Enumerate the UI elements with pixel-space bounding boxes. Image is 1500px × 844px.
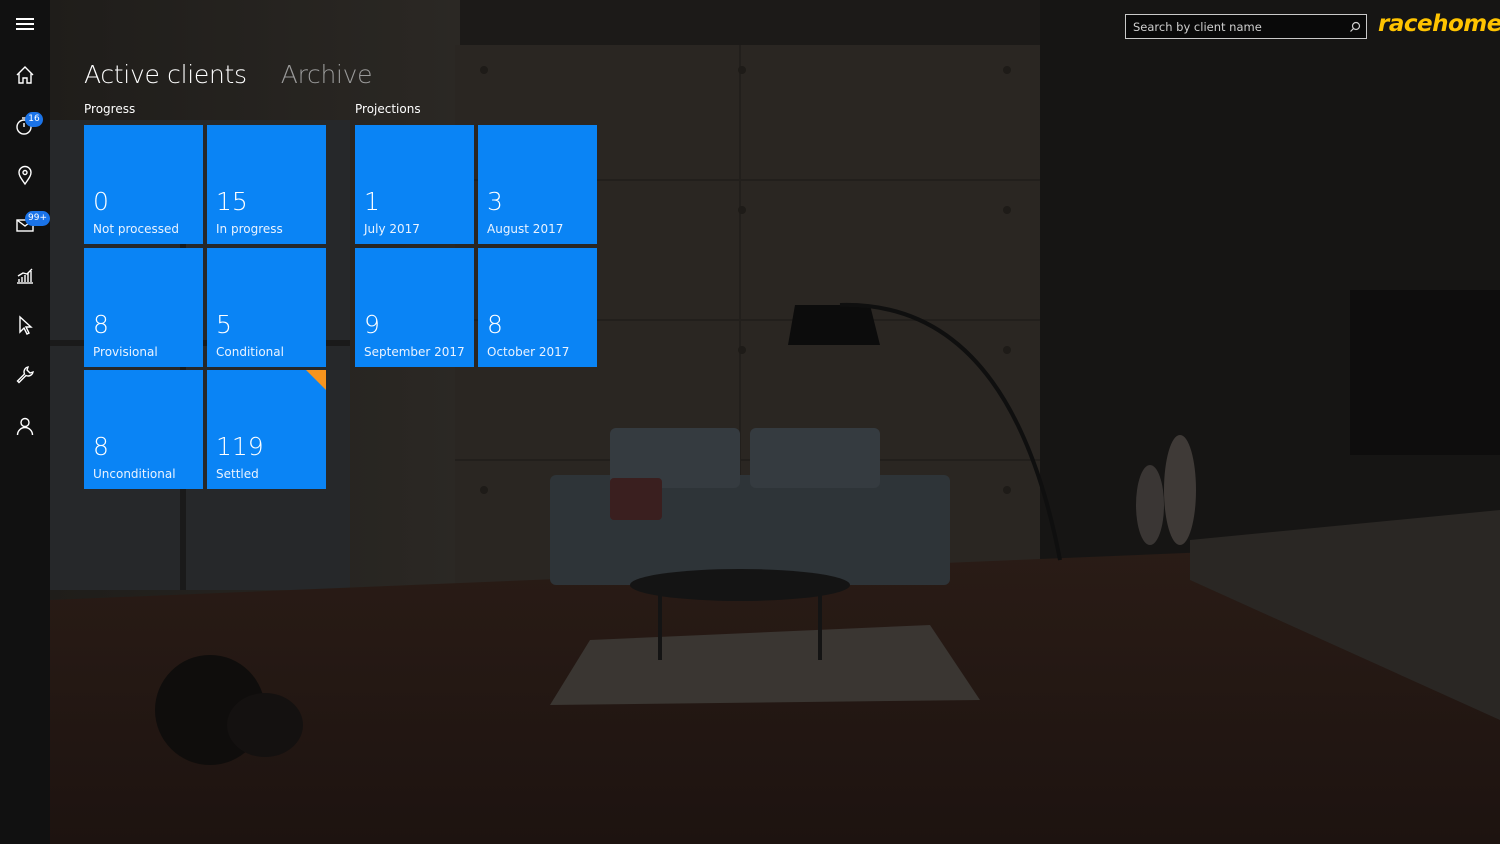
brand-logo: racehome: [1378, 11, 1500, 37]
tile-value: 8: [487, 310, 503, 339]
chart-icon: [17, 268, 33, 284]
tile-flag-corner: [306, 370, 326, 390]
search-box: [1125, 14, 1367, 39]
tile-label: August 2017: [487, 222, 564, 236]
tile-value: 8: [93, 432, 109, 461]
tile-value: 0: [93, 187, 109, 216]
timer-badge: 16: [25, 112, 43, 127]
tile-label: July 2017: [364, 222, 420, 236]
tile-value: 119: [216, 432, 264, 461]
tile-label: September 2017: [364, 345, 465, 359]
tile-label: Conditional: [216, 345, 284, 359]
tile-label: Not processed: [93, 222, 179, 236]
tile-september-2017[interactable]: 9 September 2017: [355, 248, 474, 367]
mail-badge: 99+: [25, 211, 50, 226]
tile-settled[interactable]: 119 Settled: [207, 370, 326, 489]
tile-label: Settled: [216, 467, 259, 481]
user-icon: [16, 417, 34, 436]
tile-value: 8: [93, 310, 109, 339]
cursor-icon: [19, 315, 33, 335]
tile-value: 15: [216, 187, 248, 216]
search-icon[interactable]: [1344, 15, 1366, 38]
projections-section-label: Projections: [355, 102, 421, 116]
profile-button[interactable]: [0, 404, 50, 448]
home-icon: [16, 66, 34, 84]
left-nav-rail: 16 99+: [0, 0, 50, 844]
timer-button[interactable]: [0, 103, 50, 147]
menu-button[interactable]: [0, 2, 50, 46]
tile-conditional[interactable]: 5 Conditional: [207, 248, 326, 367]
tile-label: In progress: [216, 222, 283, 236]
tools-button[interactable]: [0, 353, 50, 397]
tile-label: Unconditional: [93, 467, 176, 481]
tile-label: Provisional: [93, 345, 158, 359]
tile-value: 1: [364, 187, 380, 216]
analytics-button[interactable]: [0, 253, 50, 297]
tile-label: October 2017: [487, 345, 570, 359]
location-button[interactable]: [0, 153, 50, 197]
tile-value: 9: [364, 310, 380, 339]
wrench-icon: [16, 366, 34, 384]
tile-in-progress[interactable]: 15 In progress: [207, 125, 326, 244]
tile-october-2017[interactable]: 8 October 2017: [478, 248, 597, 367]
select-button[interactable]: [0, 303, 50, 347]
tile-provisional[interactable]: 8 Provisional: [84, 248, 203, 367]
tile-not-processed[interactable]: 0 Not processed: [84, 125, 203, 244]
tile-unconditional[interactable]: 8 Unconditional: [84, 370, 203, 489]
tile-july-2017[interactable]: 1 July 2017: [355, 125, 474, 244]
tab-archive[interactable]: Archive: [281, 60, 373, 89]
view-tabs: Active clients Archive: [84, 60, 373, 89]
menu-icon: [16, 18, 34, 30]
location-pin-icon: [18, 165, 32, 186]
tile-value: 3: [487, 187, 503, 216]
progress-section-label: Progress: [84, 102, 136, 116]
tile-august-2017[interactable]: 3 August 2017: [478, 125, 597, 244]
home-button[interactable]: [0, 53, 50, 97]
tab-active-clients[interactable]: Active clients: [84, 60, 247, 89]
tile-value: 5: [216, 310, 232, 339]
search-input[interactable]: [1126, 15, 1344, 38]
